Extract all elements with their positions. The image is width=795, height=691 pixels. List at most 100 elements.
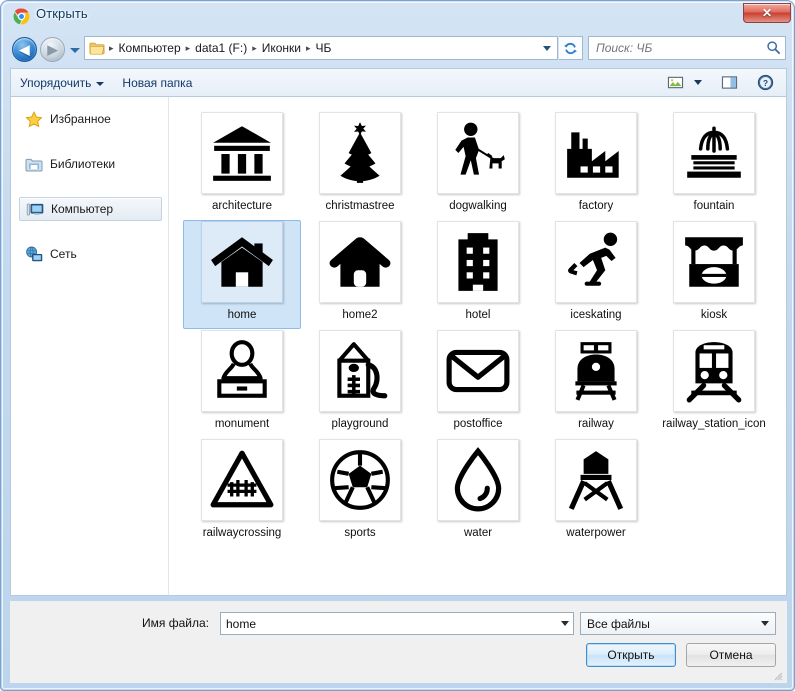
file-label: hotel bbox=[465, 309, 491, 321]
dogwalking-icon bbox=[455, 122, 505, 175]
architecture-icon bbox=[213, 126, 271, 181]
file-thumbnail bbox=[555, 439, 637, 521]
filename-input[interactable] bbox=[220, 612, 574, 635]
file-label: railway bbox=[578, 418, 614, 430]
new-folder-button[interactable]: Новая папка bbox=[113, 71, 201, 95]
command-bar-right-group: ? bbox=[662, 72, 786, 94]
file-item-architecture[interactable]: architecture bbox=[183, 111, 301, 220]
resize-grip[interactable] bbox=[771, 668, 783, 681]
arrow-left-icon: ◀ bbox=[19, 42, 30, 57]
sidebar-item-computer[interactable]: Компьютер bbox=[19, 197, 162, 221]
file-item-home[interactable]: home bbox=[183, 220, 301, 329]
search-box[interactable] bbox=[588, 36, 786, 60]
cancel-button[interactable]: Отмена bbox=[686, 643, 776, 667]
file-item-fountain[interactable]: fountain bbox=[655, 111, 773, 220]
search-input[interactable] bbox=[596, 41, 766, 55]
chevron-down-icon bbox=[761, 621, 769, 626]
help-icon: ? bbox=[757, 74, 773, 91]
sidebar-item-label: Библиотеки bbox=[50, 157, 116, 171]
file-item-monument[interactable]: monument bbox=[183, 329, 301, 438]
arrow-right-icon: ▶ bbox=[47, 42, 58, 57]
organize-button[interactable]: Упорядочить bbox=[11, 71, 113, 95]
filename-dropdown-button[interactable] bbox=[556, 613, 573, 634]
sidebar-item-favorites[interactable]: Избранное bbox=[19, 107, 162, 131]
navigation-pane: Избранное Библиотеки Компьютер Сеть bbox=[11, 97, 169, 595]
view-mode-dropdown[interactable] bbox=[690, 72, 706, 94]
file-thumbnail bbox=[437, 221, 519, 303]
file-item-christmastree[interactable]: christmastree bbox=[301, 111, 419, 220]
file-thumbnail bbox=[555, 330, 637, 412]
chrome-icon bbox=[13, 8, 30, 25]
search-icon[interactable] bbox=[766, 40, 782, 56]
back-button[interactable]: ◀ bbox=[12, 37, 37, 62]
file-thumbnail bbox=[319, 330, 401, 412]
chevron-down-icon bbox=[694, 80, 702, 85]
file-thumbnail bbox=[437, 112, 519, 194]
address-dropdown-button[interactable] bbox=[539, 37, 555, 59]
preview-pane-button[interactable] bbox=[716, 72, 742, 94]
file-label: water bbox=[463, 527, 493, 539]
dialog-window: Открыть ✕ ◀ ▶ ▸ Компьютер ▸ data1 (F:) ▸… bbox=[0, 0, 795, 691]
open-button[interactable]: Открыть bbox=[586, 643, 676, 667]
file-thumbnail bbox=[673, 112, 755, 194]
organize-label: Упорядочить bbox=[20, 75, 92, 90]
file-item-water[interactable]: water bbox=[419, 438, 537, 547]
file-thumbnail bbox=[201, 439, 283, 521]
help-button[interactable]: ? bbox=[752, 72, 778, 94]
christmastree-icon bbox=[340, 122, 380, 183]
file-thumbnail bbox=[201, 112, 283, 194]
dialog-body: Избранное Библиотеки Компьютер Сеть arch… bbox=[10, 96, 787, 596]
breadcrumb-item-drive[interactable]: data1 (F:) bbox=[192, 39, 250, 57]
file-item-iceskating[interactable]: iceskating bbox=[537, 220, 655, 329]
view-mode-icon bbox=[667, 76, 683, 89]
file-item-dogwalking[interactable]: dogwalking bbox=[419, 111, 537, 220]
file-item-railwaycrossing[interactable]: railwaycrossing bbox=[183, 438, 301, 547]
close-button[interactable]: ✕ bbox=[743, 3, 791, 23]
dialog-footer: Имя файла: Все файлы Открыть Отмена bbox=[10, 601, 787, 683]
file-item-railway-station[interactable]: railway_station_icon bbox=[655, 329, 773, 438]
file-item-playground[interactable]: playground bbox=[301, 329, 419, 438]
breadcrumb-item-computer[interactable]: Компьютер bbox=[116, 39, 184, 57]
file-item-waterpower[interactable]: waterpower bbox=[537, 438, 655, 547]
view-mode-button[interactable] bbox=[662, 72, 688, 94]
cancel-label: Отмена bbox=[709, 648, 753, 662]
breadcrumb-separator: ▸ bbox=[252, 42, 257, 53]
file-label: monument bbox=[214, 418, 270, 430]
breadcrumb-item-chb[interactable]: ЧБ bbox=[313, 39, 335, 57]
address-bar[interactable]: ▸ Компьютер ▸ data1 (F:) ▸ Иконки ▸ ЧБ bbox=[84, 36, 558, 60]
file-item-hotel[interactable]: hotel bbox=[419, 220, 537, 329]
sidebar-item-libraries[interactable]: Библиотеки bbox=[19, 152, 162, 176]
forward-button[interactable]: ▶ bbox=[40, 37, 65, 62]
file-thumbnail bbox=[201, 330, 283, 412]
file-item-home2[interactable]: home2 bbox=[301, 220, 419, 329]
file-label: railway_station_icon bbox=[662, 418, 766, 430]
preview-pane-icon bbox=[721, 76, 737, 89]
waterpower-icon bbox=[568, 451, 624, 510]
filetype-select[interactable]: Все файлы bbox=[580, 612, 776, 635]
file-thumbnail bbox=[673, 221, 755, 303]
file-item-factory[interactable]: factory bbox=[537, 111, 655, 220]
file-thumbnail bbox=[437, 439, 519, 521]
new-folder-label: Новая папка bbox=[122, 75, 193, 90]
chevron-down-icon bbox=[70, 47, 80, 53]
breadcrumb-item-ikonki[interactable]: Иконки bbox=[259, 39, 304, 57]
refresh-button[interactable] bbox=[559, 36, 583, 60]
refresh-icon bbox=[564, 42, 577, 54]
title-bar: Открыть ✕ bbox=[1, 1, 795, 31]
close-icon: ✕ bbox=[761, 6, 773, 20]
sports-icon bbox=[330, 450, 390, 510]
file-item-kiosk[interactable]: kiosk bbox=[655, 220, 773, 329]
sidebar-item-network[interactable]: Сеть bbox=[19, 242, 162, 266]
history-dropdown-button[interactable] bbox=[68, 44, 82, 56]
file-item-postoffice[interactable]: postoffice bbox=[419, 329, 537, 438]
file-item-railway[interactable]: railway bbox=[537, 329, 655, 438]
star-icon bbox=[25, 110, 43, 128]
file-label: home bbox=[227, 309, 257, 321]
file-item-sports[interactable]: sports bbox=[301, 438, 419, 547]
chevron-down-icon bbox=[543, 45, 551, 51]
hotel-icon bbox=[458, 233, 498, 291]
file-thumbnail bbox=[555, 221, 637, 303]
postoffice-icon bbox=[446, 349, 510, 393]
file-list-pane[interactable]: architecture christmastree dogwalking fa… bbox=[169, 97, 786, 595]
breadcrumb-separator: ▸ bbox=[306, 42, 311, 53]
